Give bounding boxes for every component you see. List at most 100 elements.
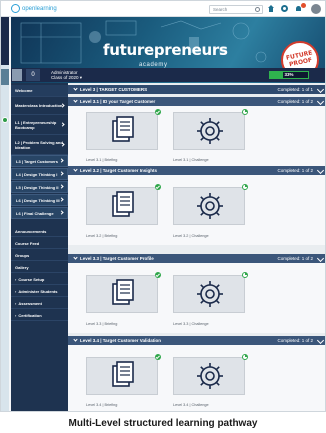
left-panel-accent [1,69,9,85]
app-window: openlearning Search futurepreneurs acade… [0,0,326,412]
brand-title: futurepreneurs [103,41,228,59]
gear-icon [197,281,223,307]
card-label: Level 3.2 | Challenge [173,234,209,238]
sidebar-item-gallery[interactable]: Gallery [11,263,68,273]
section-title-text: Level 3.1 | ID your Target Customer [80,99,156,104]
sidebar-item-l6-design[interactable]: L6 | Design Thinking III [11,194,68,206]
chevron-right-icon: › [15,277,17,282]
sidebar-item-l1[interactable]: L1 | Entrepreneurship Bootcamp [11,115,68,135]
sidebar-item-course-feed[interactable]: Course Feed [11,239,68,249]
sidebar-item-l5[interactable]: L5 | Design Thinking II [11,181,68,193]
chevron-right-icon [59,158,64,163]
chevron-right-icon [59,184,64,189]
user-photo[interactable] [12,69,22,81]
section-cards: Level 3.1 | Briefing Level 3.1 | Challen… [68,106,325,166]
challenge-card[interactable] [173,112,245,150]
sidebar-item-welcome[interactable]: Welcome [11,85,68,97]
edit-icon[interactable] [316,97,325,106]
course-progress-bar: 33% [269,71,309,79]
sidebar-item-l6-final[interactable]: L6 | Final Challenge [11,207,68,219]
partial-progress-icon [242,272,248,278]
user-class: Class of 2020 ▾ [51,75,83,80]
section-title-text: Level 3.4 | Target Customer Validation [80,338,161,343]
briefing-card[interactable] [86,112,158,150]
chevron-down-icon [73,167,78,172]
section-header[interactable]: Level 3.4 | Target Customer Validation C… [68,336,325,345]
edit-icon[interactable] [316,254,325,263]
chevron-down-icon [73,86,78,91]
sidebar: Welcome Masterclass Introduction L1 | En… [11,83,68,411]
sidebar-item-label: L5 | Design Thinking II [16,184,59,190]
sidebar-item-label: Announcements [15,229,47,234]
document-icon [112,279,134,305]
section-title: Level 3.1 | ID your Target Customer [73,98,156,104]
sidebar-item-course-setup[interactable]: › Course Setup [11,275,68,285]
sidebar-item-administer-students[interactable]: › Administer Students [11,287,68,297]
document-icon [112,361,134,387]
sidebar-item-label: Masterclass Introduction [15,103,63,108]
partial-progress-icon [242,184,248,190]
user-bar: 0 Administrator Class of 2020 ▾ 33% [11,68,325,82]
logo-text: openlearning [22,5,57,12]
user-level-badge: 0 [26,69,40,81]
briefing-card[interactable] [86,187,158,225]
chevron-right-icon [59,171,64,176]
avatar[interactable] [311,4,321,14]
sidebar-item-groups[interactable]: Groups [11,251,68,261]
chevron-right-icon [60,102,65,108]
home-icon[interactable] [267,5,275,13]
challenge-card[interactable] [173,357,245,395]
section-title: Level 3.4 | Target Customer Validation [73,337,161,343]
section-title-text: Level 3.3 | Target Customer Profile [80,256,154,261]
gear-icon[interactable] [281,5,288,12]
complete-check-icon [155,109,161,115]
section-header[interactable]: Level 3.1 | ID your Target Customer Comp… [68,97,325,106]
sidebar-item-label: L6 | Design Thinking III [16,197,60,203]
section-completed: Completed: 1 of 2 [277,99,313,104]
section-cards: Level 3.2 | Briefing Level 3.2 | Challen… [68,175,325,245]
gear-icon [197,193,223,219]
card-label: Level 3.2 | Briefing [86,234,118,238]
sidebar-item-l2[interactable]: L2 | Problem Solving and Ideation [11,135,68,155]
app-logo[interactable]: openlearning [11,4,57,13]
edit-icon[interactable] [316,166,325,175]
sidebar-item-label: Administer Students [18,289,58,294]
gear-icon [197,118,223,144]
card-label: Level 3.4 | Briefing [86,403,118,407]
chevron-down-icon [73,337,78,342]
sidebar-item-certification[interactable]: › Certification [11,311,68,321]
briefing-card[interactable] [86,275,158,313]
user-name[interactable]: Administrator Class of 2020 ▾ [51,70,82,80]
sidebar-item-label: L4 | Design Thinking I [16,171,58,177]
section-completed: Completed: 1 of 2 [277,256,313,261]
level-header[interactable]: Level 3 | TARGET CUSTOMERS Completed: 1 … [68,85,325,94]
search-placeholder: Search [213,7,228,12]
level-header-title-text: Level 3 | TARGET CUSTOMERS [80,87,148,92]
chevron-right-icon [59,210,64,215]
search-input[interactable]: Search [209,5,263,14]
chevron-right-icon: › [15,301,17,306]
challenge-card[interactable] [173,275,245,313]
level-header-completed: Completed: 1 of 1 [277,87,313,92]
sidebar-item-masterclass[interactable]: Masterclass Introduction [11,97,68,115]
briefing-card[interactable] [86,357,158,395]
section-completed: Completed: 1 of 2 [277,168,313,173]
card-label: Level 3.4 | Challenge [173,403,209,407]
sidebar-item-l4[interactable]: L4 | Design Thinking I [11,168,68,180]
section-header[interactable]: Level 3.2 | Target Customer Insights Com… [68,166,325,175]
progress-text: 33% [284,72,294,77]
section-completed: Completed: 1 of 2 [277,338,313,343]
partial-progress-icon [242,109,248,115]
challenge-card[interactable] [173,187,245,225]
sidebar-item-l3[interactable]: L3 | Target Customers [11,155,68,167]
left-panel-header [1,17,9,65]
edit-icon[interactable] [316,85,325,94]
chevron-down-icon [73,98,78,103]
section-cards: Level 3.3 | Briefing Level 3.3 | Challen… [68,263,325,333]
image-caption: Multi-Level structured learning pathway [68,418,258,429]
edit-icon[interactable] [316,336,325,345]
sidebar-item-announcements[interactable]: Announcements [11,227,68,237]
sidebar-item-assessment[interactable]: › Assessment [11,299,68,309]
section-header[interactable]: Level 3.3 | Target Customer Profile Comp… [68,254,325,263]
card-label: Level 3.3 | Challenge [173,322,209,326]
